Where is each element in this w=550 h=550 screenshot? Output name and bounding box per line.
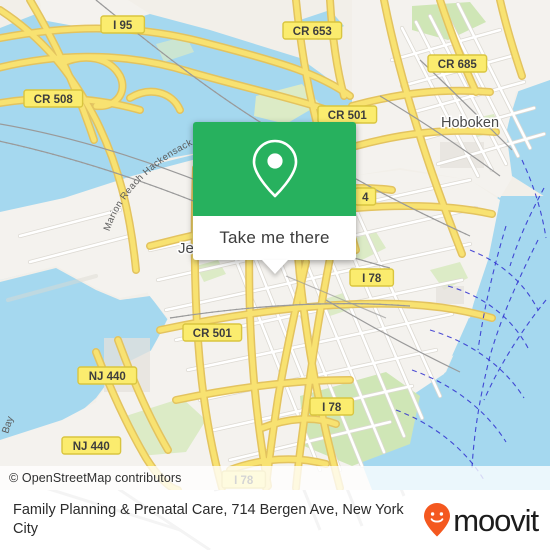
- road-shield-label: I 78: [362, 273, 382, 285]
- road-shield: CR 685: [427, 54, 488, 73]
- map-pin-icon: [252, 139, 297, 198]
- place-label-jersey-city: Je: [178, 240, 194, 257]
- footer-bar: Family Planning & Prenatal Care, 714 Ber…: [0, 490, 550, 550]
- popup-header: [193, 122, 356, 216]
- moovit-logo[interactable]: moovit: [422, 502, 539, 538]
- road-shield: CR 501: [182, 323, 243, 342]
- popup-action-row[interactable]: Take me there: [193, 216, 356, 274]
- road-shield: I 78: [349, 268, 395, 287]
- road-shield: CR 653: [282, 21, 343, 40]
- take-me-there-label: Take me there: [219, 228, 330, 247]
- road-shield-label: CR 508: [34, 94, 74, 106]
- road-shield-label: I 78: [322, 402, 342, 414]
- road-shield: I 78: [309, 397, 355, 416]
- road-shield: CR 508: [23, 89, 84, 108]
- osm-attribution-text[interactable]: © OpenStreetMap contributors: [0, 471, 182, 485]
- moovit-smiley-pin-icon: [424, 503, 451, 537]
- road-shield-label: NJ 440: [73, 441, 110, 453]
- road-shield-label: I 95: [113, 20, 133, 32]
- road-shield: 4: [354, 187, 377, 206]
- road-shield: NJ 440: [61, 436, 122, 455]
- popup-tail-pointer: [261, 260, 288, 274]
- road-shield-label: NJ 440: [89, 371, 126, 383]
- road-shield-label: CR 501: [328, 110, 368, 122]
- road-shield: NJ 440: [77, 366, 138, 385]
- location-popup-card[interactable]: Take me there: [193, 122, 356, 274]
- attribution-bar: © OpenStreetMap contributors: [0, 466, 550, 490]
- road-shield: I 95: [100, 15, 146, 34]
- road-shield-label: CR 685: [438, 59, 478, 71]
- road-shield-label: CR 501: [193, 328, 233, 340]
- road-shield-label: 4: [362, 192, 369, 204]
- road-shield-label: CR 653: [293, 26, 332, 38]
- location-title: Family Planning & Prenatal Care, 714 Ber…: [13, 502, 404, 537]
- moovit-wordmark: moovit: [453, 502, 539, 538]
- map-screenshot: .wtr{fill:#a5d8ef} .lnd{fill:#f2efe9} .u…: [0, 0, 550, 550]
- road-shield: CR 501: [317, 105, 378, 124]
- place-label-hoboken: Hoboken: [441, 115, 499, 131]
